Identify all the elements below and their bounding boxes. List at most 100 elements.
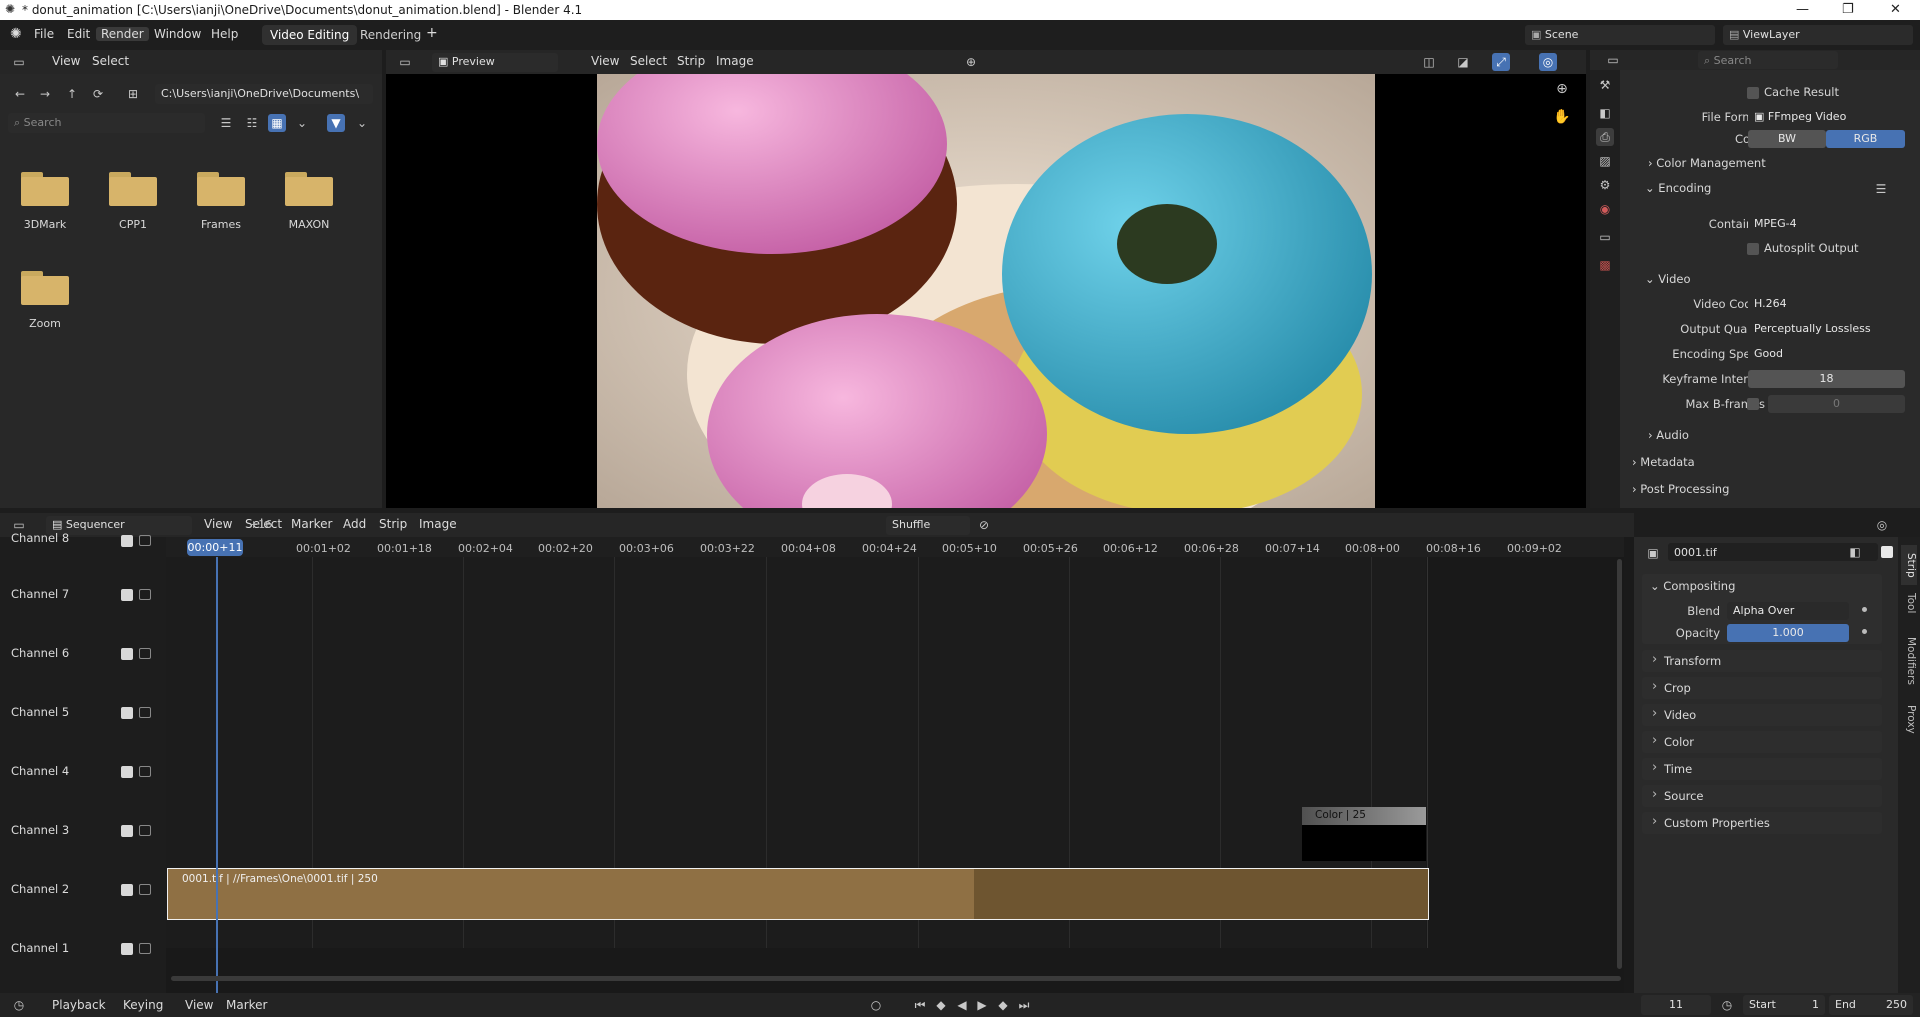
audio-section[interactable]: › Audio bbox=[1648, 428, 1689, 442]
close-icon[interactable]: ✕ bbox=[1890, 2, 1901, 17]
editor-type-icon[interactable]: ▭ bbox=[396, 53, 414, 71]
menu-select[interactable]: Select bbox=[630, 54, 667, 68]
presets-icon[interactable]: ☰ bbox=[1872, 180, 1890, 198]
source-section[interactable]: Source bbox=[1642, 785, 1882, 807]
forward-icon[interactable]: → bbox=[36, 85, 54, 103]
color-strip[interactable]: Color | 25 bbox=[1302, 807, 1426, 861]
end-frame-field[interactable]: End 250 bbox=[1829, 995, 1913, 1015]
menu-view[interactable]: View bbox=[591, 54, 619, 68]
tab-tool[interactable]: Tool bbox=[1901, 593, 1917, 627]
scene-tab-icon[interactable]: ⚙ bbox=[1596, 176, 1614, 194]
filter-icon[interactable]: ▼ bbox=[327, 114, 345, 132]
tab-rendering[interactable]: Rendering bbox=[352, 25, 429, 45]
color-bw-button[interactable]: BW bbox=[1748, 130, 1826, 148]
current-time-indicator[interactable]: 00:00+11 bbox=[187, 539, 243, 556]
vertical-scrollbar[interactable] bbox=[1617, 559, 1622, 969]
detail-view-icon[interactable]: ☷ bbox=[243, 114, 261, 132]
blender-menu-icon[interactable]: ✺ bbox=[10, 26, 22, 42]
menu-edit[interactable]: Edit bbox=[67, 27, 90, 41]
channel-mute-checkbox[interactable] bbox=[121, 825, 133, 837]
transform-section[interactable]: Transform bbox=[1642, 650, 1882, 672]
record-icon[interactable]: ○ bbox=[867, 996, 885, 1014]
new-folder-icon[interactable]: ⊞ bbox=[124, 85, 142, 103]
menu-marker[interactable]: Marker bbox=[226, 998, 267, 1012]
folder-item[interactable]: CPP1 bbox=[103, 168, 163, 231]
menu-view[interactable]: View bbox=[52, 54, 80, 68]
menu-file[interactable]: File bbox=[34, 27, 54, 41]
custom-properties-section[interactable]: Custom Properties bbox=[1642, 812, 1882, 834]
crop-section[interactable]: Crop bbox=[1642, 677, 1882, 699]
lock-icon[interactable] bbox=[139, 825, 151, 836]
menu-select[interactable]: Select bbox=[92, 54, 129, 68]
channels-icon[interactable]: ◫ bbox=[1420, 53, 1438, 71]
maximize-icon[interactable]: ❐ bbox=[1842, 2, 1854, 17]
list-view-icon[interactable]: ☰ bbox=[217, 114, 235, 132]
keyframe-dot-icon[interactable] bbox=[1862, 607, 1867, 612]
tab-strip[interactable]: Strip bbox=[1901, 545, 1917, 585]
pivot-icon[interactable]: ⊕ bbox=[962, 53, 980, 71]
path-field[interactable]: C:\Users\ianji\OneDrive\Documents\ bbox=[155, 84, 373, 104]
display-dropdown-icon[interactable]: ⌄ bbox=[293, 114, 311, 132]
menu-image[interactable]: Image bbox=[716, 54, 754, 68]
folder-item[interactable]: Frames bbox=[191, 168, 251, 231]
jump-start-icon[interactable]: ⏮ bbox=[911, 996, 929, 1014]
keyframe-dot-icon[interactable] bbox=[1862, 629, 1867, 634]
lock-icon[interactable] bbox=[139, 648, 151, 659]
lock-icon[interactable] bbox=[139, 943, 151, 954]
thumbnail-view-icon[interactable]: ▦ bbox=[268, 114, 286, 132]
post-processing-section[interactable]: › Post Processing bbox=[1632, 482, 1729, 496]
jump-end-icon[interactable]: ⏭ bbox=[1015, 996, 1033, 1014]
channel-mute-checkbox[interactable] bbox=[121, 648, 133, 660]
tab-modifiers[interactable]: Modifiers bbox=[1901, 637, 1917, 697]
play-icon[interactable]: ▶ bbox=[973, 996, 991, 1014]
display-icon[interactable]: ◪ bbox=[1454, 53, 1472, 71]
keyframe-interval-field[interactable]: 18 bbox=[1748, 370, 1905, 388]
filter-dropdown-icon[interactable]: ⌄ bbox=[353, 114, 371, 132]
tool-tab-icon[interactable]: ⚒ bbox=[1596, 76, 1614, 94]
channel-mute-checkbox[interactable] bbox=[121, 943, 133, 955]
lock-icon[interactable] bbox=[139, 707, 151, 718]
video-codec-dropdown[interactable]: H.264 bbox=[1748, 295, 1905, 313]
world-tab-icon[interactable]: ◉ bbox=[1596, 200, 1614, 218]
editor-type-icon[interactable]: ▭ bbox=[1604, 51, 1622, 69]
encoding-section[interactable]: ⌄ Encoding bbox=[1645, 181, 1711, 195]
back-icon[interactable]: ← bbox=[11, 85, 29, 103]
prev-keyframe-icon[interactable]: ◆ bbox=[932, 996, 950, 1014]
view-layer-selector[interactable]: ▤ ViewLayer bbox=[1723, 25, 1913, 45]
menu-view[interactable]: View bbox=[204, 517, 232, 531]
menu-view[interactable]: View bbox=[185, 998, 213, 1012]
menu-window[interactable]: Window bbox=[154, 27, 201, 41]
preview-canvas[interactable]: ⊕ ✋ bbox=[386, 74, 1586, 508]
color-section[interactable]: Color bbox=[1642, 731, 1882, 753]
autosplit-checkbox[interactable] bbox=[1747, 243, 1759, 255]
menu-image[interactable]: Image bbox=[419, 517, 457, 531]
current-frame-field[interactable]: 11 bbox=[1641, 995, 1711, 1015]
view-mode-dropdown[interactable]: ▣ Preview bbox=[432, 53, 558, 72]
menu-help[interactable]: Help bbox=[211, 27, 238, 41]
menu-strip[interactable]: Strip bbox=[379, 517, 407, 531]
overlay-icon[interactable]: ◎ bbox=[1873, 516, 1891, 534]
zoom-icon[interactable]: ⊕ bbox=[1553, 80, 1571, 98]
image-strip[interactable]: 0001.tif | //Frames\One\0001.tif | 250 bbox=[167, 868, 1429, 920]
file-format-dropdown[interactable]: ▣ FFmpeg Video bbox=[1748, 108, 1905, 126]
lock-icon[interactable] bbox=[139, 535, 151, 546]
strip-enable-checkbox[interactable] bbox=[1881, 546, 1893, 558]
color-management-section[interactable]: › Color Management bbox=[1648, 156, 1766, 170]
folder-item[interactable]: Zoom bbox=[15, 267, 75, 330]
refresh-icon[interactable]: ⟳ bbox=[89, 85, 107, 103]
max-bframes-field[interactable]: 0 bbox=[1768, 395, 1905, 413]
video-section[interactable]: Video bbox=[1642, 704, 1882, 726]
parent-dir-icon[interactable]: ↑ bbox=[63, 85, 81, 103]
blend-dropdown[interactable]: Alpha Over bbox=[1727, 602, 1849, 620]
collection-tab-icon[interactable]: ▭ bbox=[1596, 228, 1614, 246]
opacity-slider[interactable]: 1.000 bbox=[1727, 624, 1849, 642]
minimize-icon[interactable]: — bbox=[1796, 2, 1809, 17]
preview-range-icon[interactable]: ◷ bbox=[1718, 996, 1736, 1014]
output-tab-icon[interactable]: ⎙ bbox=[1596, 128, 1614, 146]
video-section[interactable]: ⌄ Video bbox=[1645, 272, 1691, 286]
menu-marker[interactable]: Marker bbox=[291, 517, 332, 531]
editor-type-icon[interactable]: ▭ bbox=[10, 53, 28, 71]
channel-mute-checkbox[interactable] bbox=[121, 766, 133, 778]
channel-mute-checkbox[interactable] bbox=[121, 589, 133, 601]
max-bframes-checkbox[interactable] bbox=[1747, 398, 1759, 410]
